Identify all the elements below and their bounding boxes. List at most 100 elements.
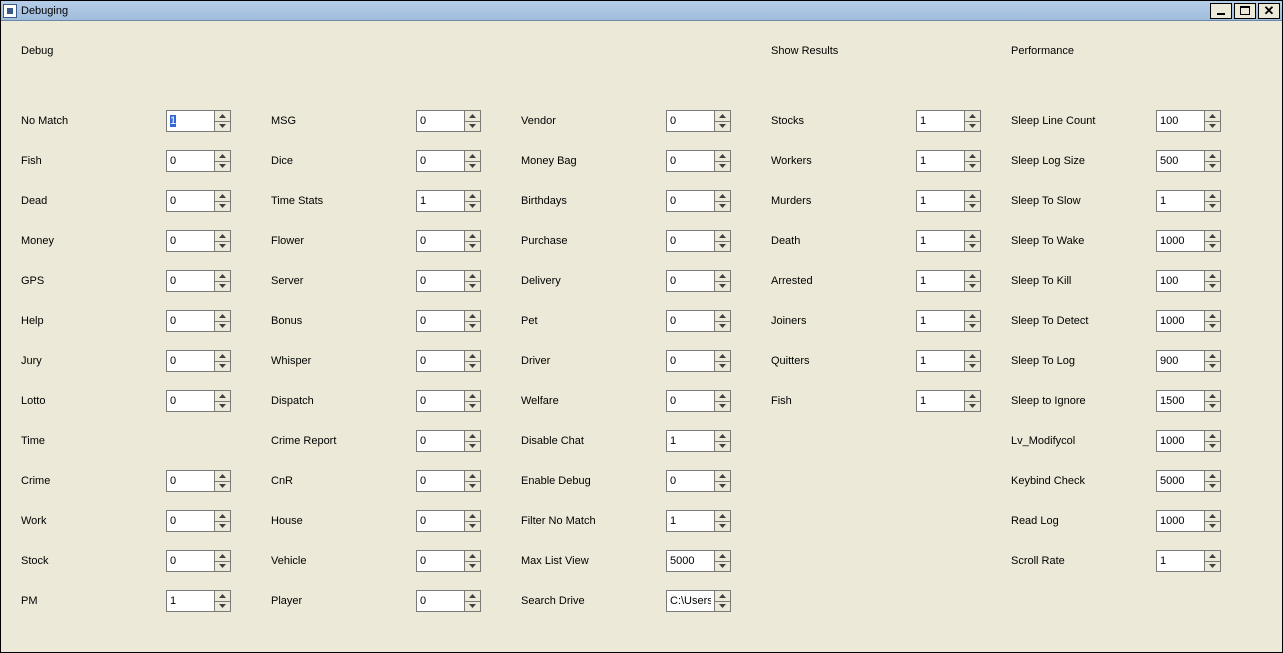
scroll-rate-up-button[interactable] bbox=[1204, 550, 1221, 562]
cnr-up-button[interactable] bbox=[464, 470, 481, 482]
driver-up-button[interactable] bbox=[714, 350, 731, 362]
sleep-to-slow-up-button[interactable] bbox=[1204, 190, 1221, 202]
read-log-up-button[interactable] bbox=[1204, 510, 1221, 522]
quitters-input[interactable] bbox=[916, 350, 964, 372]
death-down-button[interactable] bbox=[964, 242, 981, 253]
lv-modifycol-input[interactable] bbox=[1156, 430, 1204, 452]
cnr-input[interactable] bbox=[416, 470, 464, 492]
cnr-down-button[interactable] bbox=[464, 482, 481, 493]
player-down-button[interactable] bbox=[464, 602, 481, 613]
purchase-input[interactable] bbox=[666, 230, 714, 252]
birthdays-input[interactable] bbox=[666, 190, 714, 212]
sleep-to-kill-up-button[interactable] bbox=[1204, 270, 1221, 282]
arrested-down-button[interactable] bbox=[964, 282, 981, 293]
close-button[interactable]: ✕ bbox=[1258, 3, 1280, 19]
sleep-to-ignore-down-button[interactable] bbox=[1204, 402, 1221, 413]
money-input[interactable] bbox=[166, 230, 214, 252]
pet-up-button[interactable] bbox=[714, 310, 731, 322]
sleep-to-ignore-up-button[interactable] bbox=[1204, 390, 1221, 402]
birthdays-down-button[interactable] bbox=[714, 202, 731, 213]
vendor-up-button[interactable] bbox=[714, 110, 731, 122]
sleep-line-count-down-button[interactable] bbox=[1204, 122, 1221, 133]
no-match-input[interactable] bbox=[166, 110, 214, 132]
fish-up-button[interactable] bbox=[214, 150, 231, 162]
sleep-to-slow-input[interactable] bbox=[1156, 190, 1204, 212]
jury-input[interactable] bbox=[166, 350, 214, 372]
search-drive-up-button[interactable] bbox=[714, 590, 731, 602]
sleep-to-log-input[interactable] bbox=[1156, 350, 1204, 372]
crime-up-button[interactable] bbox=[214, 470, 231, 482]
delivery-down-button[interactable] bbox=[714, 282, 731, 293]
workers-input[interactable] bbox=[916, 150, 964, 172]
gps-down-button[interactable] bbox=[214, 282, 231, 293]
sleep-log-size-input[interactable] bbox=[1156, 150, 1204, 172]
sleep-to-kill-down-button[interactable] bbox=[1204, 282, 1221, 293]
money-bag-up-button[interactable] bbox=[714, 150, 731, 162]
money-up-button[interactable] bbox=[214, 230, 231, 242]
money-bag-down-button[interactable] bbox=[714, 162, 731, 173]
help-up-button[interactable] bbox=[214, 310, 231, 322]
help-down-button[interactable] bbox=[214, 322, 231, 333]
sleep-line-count-input[interactable] bbox=[1156, 110, 1204, 132]
dice-input[interactable] bbox=[416, 150, 464, 172]
flower-down-button[interactable] bbox=[464, 242, 481, 253]
dispatch-up-button[interactable] bbox=[464, 390, 481, 402]
dead-up-button[interactable] bbox=[214, 190, 231, 202]
minimize-button[interactable] bbox=[1210, 3, 1232, 19]
max-list-view-up-button[interactable] bbox=[714, 550, 731, 562]
player-up-button[interactable] bbox=[464, 590, 481, 602]
dice-down-button[interactable] bbox=[464, 162, 481, 173]
driver-down-button[interactable] bbox=[714, 362, 731, 373]
maximize-button[interactable] bbox=[1234, 3, 1256, 19]
stock-down-button[interactable] bbox=[214, 562, 231, 573]
stock-up-button[interactable] bbox=[214, 550, 231, 562]
house-input[interactable] bbox=[416, 510, 464, 532]
work-input[interactable] bbox=[166, 510, 214, 532]
sleep-line-count-up-button[interactable] bbox=[1204, 110, 1221, 122]
quitters-up-button[interactable] bbox=[964, 350, 981, 362]
gps-input[interactable] bbox=[166, 270, 214, 292]
enable-debug-input[interactable] bbox=[666, 470, 714, 492]
bonus-input[interactable] bbox=[416, 310, 464, 332]
keybind-check-up-button[interactable] bbox=[1204, 470, 1221, 482]
joiners-input[interactable] bbox=[916, 310, 964, 332]
help-input[interactable] bbox=[166, 310, 214, 332]
search-drive-input[interactable] bbox=[666, 590, 714, 612]
dead-input[interactable] bbox=[166, 190, 214, 212]
dispatch-input[interactable] bbox=[416, 390, 464, 412]
search-drive-down-button[interactable] bbox=[714, 602, 731, 613]
crime-input[interactable] bbox=[166, 470, 214, 492]
fish-input[interactable] bbox=[916, 390, 964, 412]
fish-down-button[interactable] bbox=[214, 162, 231, 173]
sleep-to-wake-down-button[interactable] bbox=[1204, 242, 1221, 253]
driver-input[interactable] bbox=[666, 350, 714, 372]
scroll-rate-input[interactable] bbox=[1156, 550, 1204, 572]
stocks-up-button[interactable] bbox=[964, 110, 981, 122]
house-down-button[interactable] bbox=[464, 522, 481, 533]
work-down-button[interactable] bbox=[214, 522, 231, 533]
time-stats-down-button[interactable] bbox=[464, 202, 481, 213]
sleep-to-kill-input[interactable] bbox=[1156, 270, 1204, 292]
vehicle-down-button[interactable] bbox=[464, 562, 481, 573]
sleep-to-wake-up-button[interactable] bbox=[1204, 230, 1221, 242]
disable-chat-up-button[interactable] bbox=[714, 430, 731, 442]
delivery-input[interactable] bbox=[666, 270, 714, 292]
vendor-input[interactable] bbox=[666, 110, 714, 132]
death-up-button[interactable] bbox=[964, 230, 981, 242]
bonus-down-button[interactable] bbox=[464, 322, 481, 333]
death-input[interactable] bbox=[916, 230, 964, 252]
murders-up-button[interactable] bbox=[964, 190, 981, 202]
player-input[interactable] bbox=[416, 590, 464, 612]
joiners-down-button[interactable] bbox=[964, 322, 981, 333]
welfare-up-button[interactable] bbox=[714, 390, 731, 402]
whisper-input[interactable] bbox=[416, 350, 464, 372]
gps-up-button[interactable] bbox=[214, 270, 231, 282]
filter-no-match-up-button[interactable] bbox=[714, 510, 731, 522]
fish-down-button[interactable] bbox=[964, 402, 981, 413]
pm-input[interactable] bbox=[166, 590, 214, 612]
fish-up-button[interactable] bbox=[964, 390, 981, 402]
filter-no-match-input[interactable] bbox=[666, 510, 714, 532]
sleep-to-ignore-input[interactable] bbox=[1156, 390, 1204, 412]
vehicle-up-button[interactable] bbox=[464, 550, 481, 562]
msg-down-button[interactable] bbox=[464, 122, 481, 133]
